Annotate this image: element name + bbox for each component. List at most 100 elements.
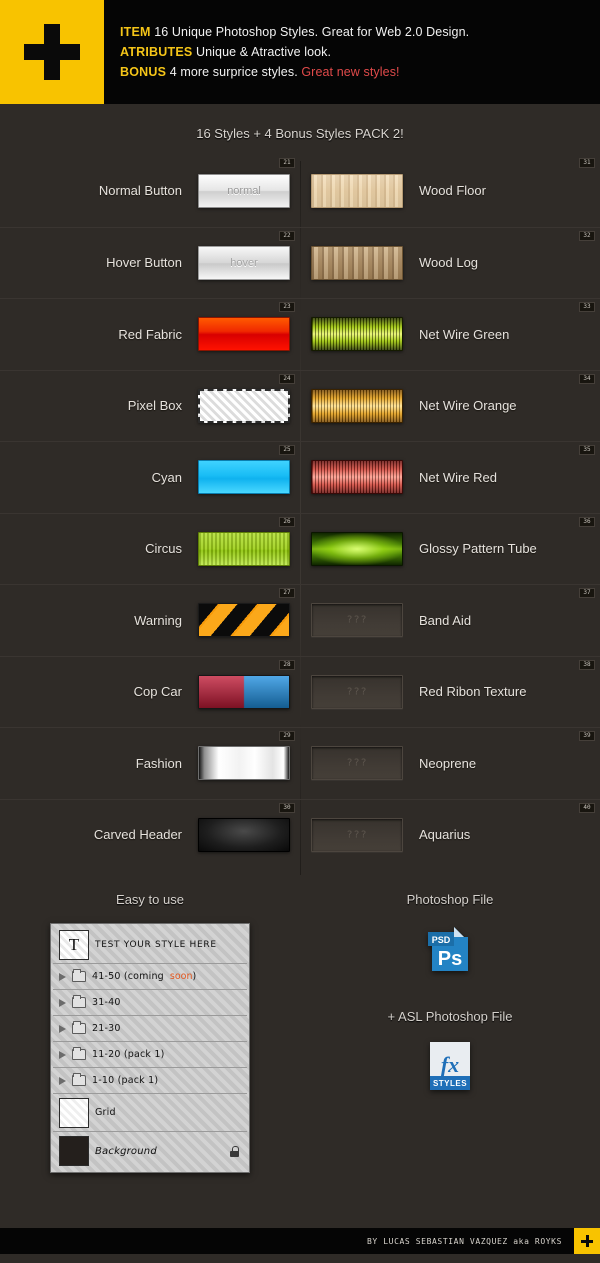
style-label: Wood Floor: [419, 183, 486, 199]
layer-row[interactable]: Grid: [53, 1094, 247, 1132]
psd-file-icon[interactable]: PSD Ps: [428, 923, 472, 975]
style-swatch: [311, 173, 403, 208]
layer-row[interactable]: 1-10 (pack 1): [53, 1068, 247, 1094]
layer-name-extra: soon): [170, 971, 196, 982]
style-number-badge: 39: [579, 731, 595, 741]
expand-arrow-icon[interactable]: [59, 972, 66, 981]
style-swatch: ???: [311, 674, 403, 709]
style-row: 22 Hover Button hover: [0, 226, 300, 299]
layer-name: 21-30: [92, 1023, 121, 1034]
footer-spacer: [0, 1173, 600, 1217]
layer-name: 31-40: [92, 997, 121, 1008]
header-line-atributes: ATRIBUTES Unique & Atractive look.: [120, 42, 600, 62]
style-swatch-text: ???: [346, 686, 368, 698]
style-label: Red Fabric: [118, 326, 182, 342]
style-row: 29 Fashion: [0, 727, 300, 799]
page-title: 16 Styles + 4 Bonus Styles PACK 2!: [196, 126, 404, 141]
style-number-badge: 34: [579, 373, 595, 384]
style-row: 34 Net Wire Orange: [300, 369, 600, 442]
style-swatch: [311, 388, 403, 423]
header-highlight-bonus: Great new styles!: [301, 65, 400, 79]
folder-icon: [72, 1073, 86, 1086]
style-swatch-text: ???: [346, 757, 368, 769]
layer-row[interactable]: 21-30: [53, 1016, 247, 1042]
header-text-item: 16 Unique Photoshop Styles. Great for We…: [154, 25, 470, 39]
style-row: 30 Carved Header: [0, 798, 300, 871]
layer-name-highlight: soon: [169, 971, 193, 982]
style-label: Band Aid: [419, 612, 472, 628]
header-text-bonus: 4 more surprice styles.: [169, 65, 298, 79]
footer-bar: BY LUCAS SEBASTIAN VAZQUEZ aka ROYKS: [0, 1228, 600, 1254]
style-label: Cyan: [151, 469, 182, 485]
expand-arrow-icon[interactable]: [59, 1024, 66, 1033]
logo-box: [0, 0, 104, 104]
bottom-section: Easy to use T TEST YOUR STYLE HERE 41-50 (…: [0, 870, 600, 1173]
style-number-badge: 32: [579, 230, 595, 241]
header-keyword-bonus: BONUS: [120, 65, 167, 79]
style-row: 24 Pixel Box: [0, 369, 300, 442]
style-label: Glossy Pattern Tube: [419, 541, 537, 557]
style-label: Fashion: [135, 755, 182, 771]
style-swatch: [198, 531, 290, 566]
header-line-item: ITEM 16 Unique Photoshop Styles. Great f…: [120, 22, 600, 42]
files-column: Photoshop File PSD Ps + ASL Photoshop Fi…: [300, 892, 600, 1173]
style-number-badge: 40: [579, 802, 595, 813]
text-layer-thumbnail: T: [59, 929, 89, 960]
style-row: 35 Net Wire Red: [300, 441, 600, 513]
style-swatch: ???: [311, 746, 403, 781]
folder-icon: [72, 1047, 86, 1060]
header-keyword-item: ITEM: [120, 25, 151, 39]
style-swatch: normal: [198, 173, 290, 208]
style-row: 23 Red Fabric: [0, 298, 300, 370]
header-keyword-atributes: ATRIBUTES: [120, 45, 193, 59]
layer-name: TEST YOUR STYLE HERE: [95, 939, 217, 950]
layer-row[interactable]: 11-20 (pack 1): [53, 1042, 247, 1068]
style-number-badge: 25: [279, 445, 295, 455]
style-row: 39??? Neoprene: [300, 727, 600, 799]
layer-row[interactable]: 31-40: [53, 990, 247, 1016]
layer-row[interactable]: 41-50 (coming soon): [53, 964, 247, 990]
asl-file-icon[interactable]: fx STYLES: [428, 1040, 472, 1092]
asl-icon-wrap: fx STYLES: [300, 1040, 600, 1092]
style-number-badge: 38: [579, 659, 595, 670]
expand-arrow-icon[interactable]: [59, 998, 66, 1007]
style-row: 31 Wood Floor: [300, 155, 600, 227]
style-row: 38??? Red Ribon Texture: [300, 655, 600, 728]
plus-icon[interactable]: [574, 1228, 600, 1254]
style-swatch: [198, 460, 290, 495]
psd-badge-text: PSD: [432, 935, 451, 945]
style-swatch-text: ???: [346, 829, 368, 841]
layer-row[interactable]: T TEST YOUR STYLE HERE: [53, 926, 247, 964]
layer-name: 41-50 (coming: [92, 971, 164, 982]
style-swatch: [198, 746, 290, 781]
header-text-atributes: Unique & Atractive look.: [195, 45, 332, 59]
style-label: Cop Car: [133, 684, 182, 700]
style-row: 28 Cop Car: [0, 655, 300, 728]
style-swatch-text: ???: [346, 614, 368, 626]
style-number-badge: 35: [579, 445, 595, 455]
style-swatch: [311, 460, 403, 495]
layer-name: Background: [95, 1145, 157, 1157]
style-row: 40??? Aquarius: [300, 798, 600, 871]
style-number-badge: 37: [579, 588, 595, 598]
easy-to-use-title: Easy to use: [116, 892, 184, 907]
layer-name-suffix: ): [192, 971, 197, 982]
style-row: 25 Cyan: [0, 441, 300, 513]
expand-arrow-icon[interactable]: [59, 1050, 66, 1059]
layers-panel[interactable]: T TEST YOUR STYLE HERE 41-50 (coming soon)…: [50, 923, 250, 1173]
style-label: Normal Button: [98, 183, 182, 199]
layer-row[interactable]: Background: [53, 1132, 247, 1170]
folder-icon: [72, 995, 86, 1008]
style-row: 37??? Band Aid: [300, 584, 600, 656]
styles-column-left: 21 Normal Button normal 22 Hover Button hover…: [0, 155, 300, 870]
style-label: Carved Header: [93, 827, 182, 843]
style-number-badge: 22: [279, 230, 295, 241]
style-swatch-text: hover: [230, 256, 258, 269]
style-swatch: ???: [311, 817, 403, 852]
asl-glyph-text: fx: [441, 1052, 459, 1077]
expand-arrow-icon[interactable]: [59, 1076, 66, 1085]
style-label: Net Wire Orange: [419, 398, 517, 414]
style-swatch: hover: [198, 245, 290, 280]
layer-name: 1-10 (pack 1): [92, 1075, 159, 1086]
lock-icon: [230, 1145, 239, 1157]
